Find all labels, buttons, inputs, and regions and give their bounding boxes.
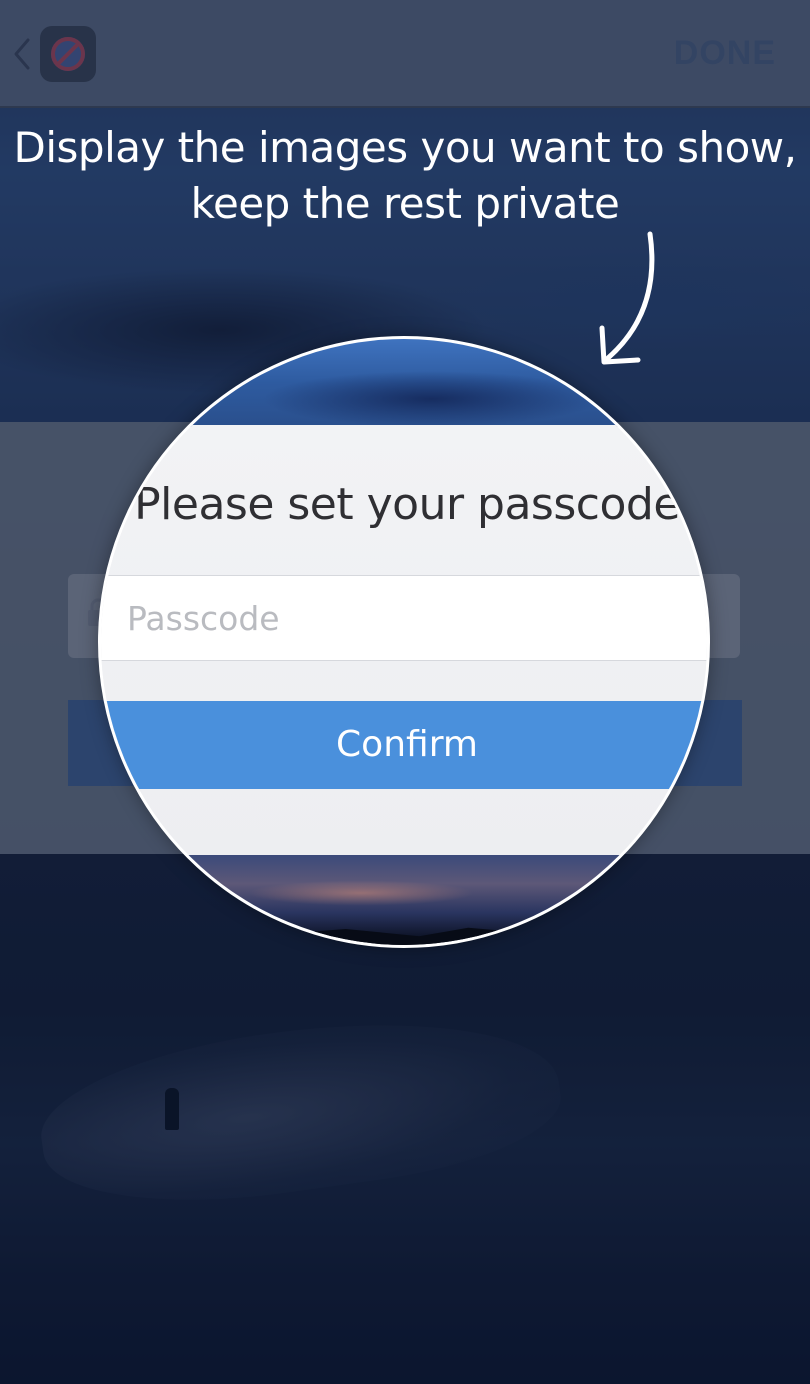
- passcode-field[interactable]: [101, 575, 707, 661]
- screen: DONE Display the images you want to show…: [0, 0, 810, 1384]
- passcode-title: Please set your passcode: [134, 479, 680, 530]
- confirm-button[interactable]: Confirm: [101, 701, 707, 789]
- promo-headline-line1: Display the images you want to show,: [13, 123, 797, 172]
- promo-headline-line2: keep the rest private: [190, 179, 620, 228]
- passcode-input[interactable]: [127, 576, 687, 660]
- magnifier-circle: Please set your passcode Confirm: [98, 336, 710, 948]
- promo-headline: Display the images you want to show, kee…: [0, 120, 810, 232]
- magnifier-sky: [101, 339, 707, 427]
